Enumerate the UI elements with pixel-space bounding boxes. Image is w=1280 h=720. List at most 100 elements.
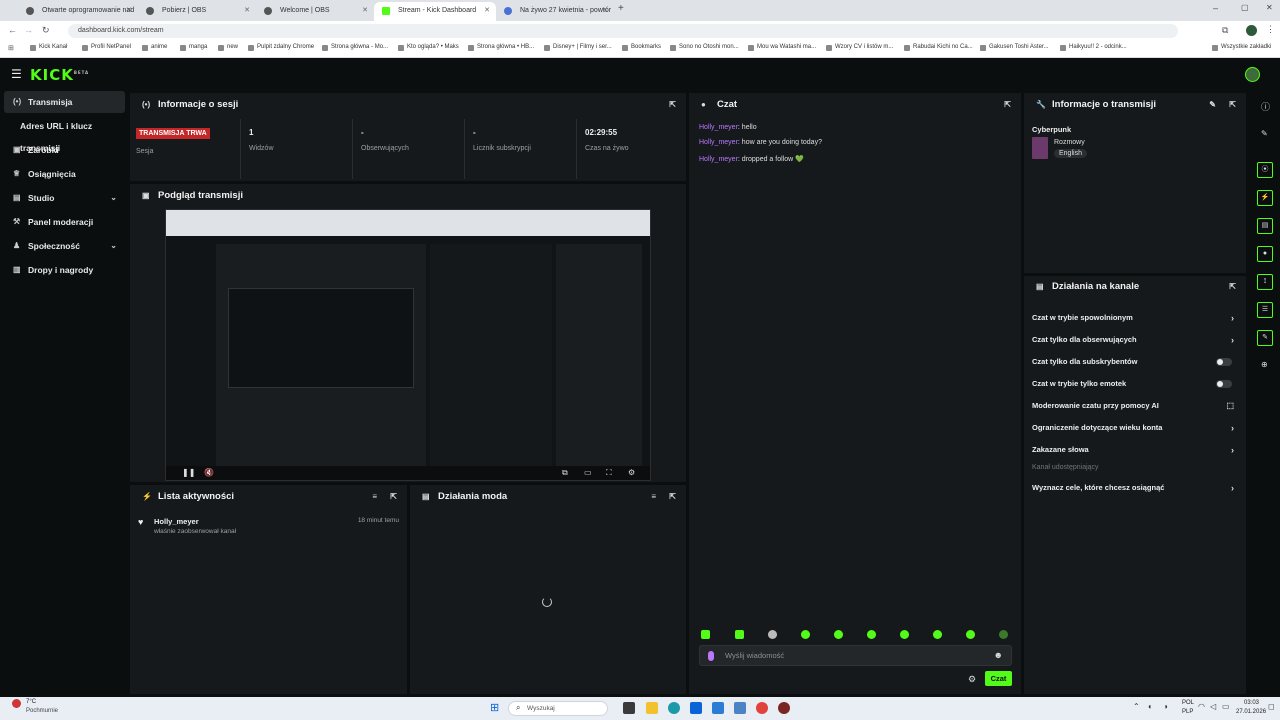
battery-icon[interactable]: ▭	[1222, 702, 1230, 711]
browser-tab[interactable]: Otwarte oprogramowanie nad ✕	[18, 2, 138, 21]
emote-icon[interactable]	[701, 630, 710, 639]
sidebar-item-panel-moderacji[interactable]: ⚒ Panel moderacji	[4, 211, 125, 233]
emote-icon[interactable]	[834, 630, 843, 639]
chat-username[interactable]: Holly_meyer	[699, 156, 738, 163]
close-icon[interactable]: ✕	[362, 2, 368, 20]
popout-icon[interactable]: ⇱	[1004, 93, 1011, 117]
reload-icon[interactable]: ↻	[42, 25, 50, 36]
bookmark-item[interactable]: Rabudai Kichi no Ca...	[904, 44, 973, 51]
clock-time[interactable]: 03:03	[1244, 700, 1259, 706]
sidebar-item-stream-key[interactable]: Adres URL i klucz transmisji	[4, 115, 125, 153]
emote-icon[interactable]	[966, 630, 975, 639]
bookmark-item[interactable]: Wzory CV i listów m...	[826, 44, 893, 51]
taskbar-search-input[interactable]: ⌕ Wyszukaj	[508, 701, 608, 716]
sidebar-item-dropy[interactable]: ▥ Dropy i nagrody	[4, 259, 125, 281]
all-bookmarks[interactable]: Wszystkie zakładki	[1212, 44, 1271, 51]
pip-icon[interactable]: ⧉	[562, 468, 568, 478]
pause-icon[interactable]: ❚❚	[182, 468, 195, 477]
weather-icon[interactable]	[12, 699, 21, 708]
obs-icon[interactable]	[778, 702, 790, 714]
activity-user[interactable]: Holly_meyer	[154, 517, 199, 526]
bookmark-item[interactable]: Kick Kanał	[30, 44, 67, 51]
tray-chevron-icon[interactable]: ⌃	[1133, 702, 1140, 711]
chrome-icon[interactable]	[756, 702, 768, 714]
apps-icon[interactable]: ⊞	[8, 44, 14, 52]
bookmark-item[interactable]: new	[218, 44, 238, 51]
bookmark-item[interactable]: Strona główna • HB...	[468, 44, 534, 51]
tray-app-icon[interactable]: ◐	[1148, 702, 1153, 711]
maximize-button[interactable]: ▢	[1241, 3, 1249, 12]
popout-icon[interactable]: ⇱	[669, 93, 676, 117]
channel-action-slow-mode[interactable]: Czat w trybie spowolnionym ›	[1024, 307, 1246, 329]
minimize-button[interactable]: –	[1213, 3, 1218, 13]
add-widget-icon[interactable]: ⊕	[1261, 360, 1268, 369]
menu-icon[interactable]: ⋮	[1266, 24, 1275, 35]
emote-icon[interactable]	[900, 630, 909, 639]
chat-username[interactable]: Holly_meyer	[699, 139, 738, 146]
browser-tab[interactable]: Pobierz | OBS ✕	[138, 2, 256, 21]
tray-app-icon[interactable]: ◑	[1163, 702, 1168, 711]
store-icon[interactable]	[690, 702, 702, 714]
rail-button-broadcast-icon[interactable]: ⟟	[1257, 274, 1273, 290]
settings-gear-icon[interactable]: ⚙	[628, 468, 635, 477]
filter-icon[interactable]: ≡	[651, 485, 656, 509]
rail-button-lightning-icon[interactable]: ⚡	[1257, 190, 1273, 206]
filter-icon[interactable]: ≡	[372, 485, 377, 509]
sidebar-item-osiagniecia[interactable]: ♕ Osiągnięcia	[4, 163, 125, 185]
bookmark-item[interactable]: Gakusen Toshi Aster...	[980, 44, 1049, 51]
sidebar-item-studio[interactable]: ▤ Studio ⌄	[4, 187, 125, 209]
channel-action-banned-words[interactable]: Zakazane słowa ›	[1024, 439, 1246, 461]
bookmark-item[interactable]: Disney+ | Filmy i ser...	[544, 44, 612, 51]
bookmark-item[interactable]: Mou wa Watashi ma...	[748, 44, 816, 51]
emote-icon[interactable]	[735, 630, 744, 639]
emote-icon[interactable]	[867, 630, 876, 639]
url-input[interactable]: dashboard.kick.com/stream	[68, 24, 1178, 38]
send-chat-button[interactable]: Czat	[985, 671, 1012, 686]
hamburger-menu-icon[interactable]: ☰	[11, 67, 22, 81]
kick-logo[interactable]: KICKBETA	[30, 66, 89, 84]
sidebar-item-zarobki[interactable]: ▣ Zarobki	[4, 139, 125, 161]
popout-icon[interactable]: ⇱	[1229, 93, 1236, 117]
edit-icon[interactable]: ✎	[1261, 129, 1268, 138]
mute-icon[interactable]: 🔇	[204, 468, 214, 477]
user-avatar[interactable]	[1245, 67, 1260, 82]
browser-tab[interactable]: Na żywo 27 kwietnia - powtór ✕	[496, 2, 614, 21]
bookmark-item[interactable]: Strona główna - Mo...	[322, 44, 388, 51]
close-icon[interactable]: ✕	[602, 2, 608, 20]
emoji-icon[interactable]: ☻	[994, 650, 1003, 660]
rail-button-document-icon[interactable]: ▤	[1257, 218, 1273, 234]
windows-start-icon[interactable]: ⊞	[490, 701, 499, 714]
task-view-icon[interactable]	[623, 702, 635, 714]
bookmark-item[interactable]: Kto ogląda? • Maks	[398, 44, 459, 51]
emote-only-toggle[interactable]	[1216, 380, 1232, 388]
close-icon[interactable]: ✕	[484, 2, 490, 20]
volume-icon[interactable]: ◁	[1210, 702, 1216, 711]
window-close-button[interactable]: ✕	[1266, 3, 1273, 12]
notifications-icon[interactable]: ◻	[1268, 702, 1275, 711]
popout-icon[interactable]: ⇱	[390, 485, 397, 509]
edit-pencil-icon[interactable]: ✎	[1209, 93, 1216, 117]
channel-action-goals[interactable]: Wyznacz cele, które chcesz osiągnąć ›	[1024, 477, 1246, 499]
rail-button-chat-icon[interactable]: ●	[1257, 246, 1273, 262]
close-icon[interactable]: ✕	[126, 2, 132, 20]
chat-username[interactable]: Holly_meyer	[699, 124, 738, 131]
rail-button-record-icon[interactable]: ⦿	[1257, 162, 1273, 178]
profile-avatar[interactable]	[1246, 25, 1257, 36]
language-indicator[interactable]: POL	[1182, 700, 1194, 706]
emote-icon[interactable]	[933, 630, 942, 639]
sidebar-item-spolecznosc[interactable]: ♟ Społeczność ⌄	[4, 235, 125, 257]
close-icon[interactable]: ✕	[244, 2, 250, 20]
bookmark-item[interactable]: anime	[142, 44, 167, 51]
new-tab-button[interactable]: +	[618, 3, 624, 14]
chat-settings-gear-icon[interactable]: ⚙	[968, 674, 976, 685]
sidebar-item-transmisja[interactable]: (•) Transmisja	[4, 91, 125, 113]
emote-icon[interactable]	[999, 630, 1008, 639]
channel-action-followers-only[interactable]: Czat tylko dla obserwujących ›	[1024, 329, 1246, 351]
wifi-icon[interactable]: ◠	[1198, 702, 1205, 711]
rail-button-list-icon[interactable]: ☰	[1257, 302, 1273, 318]
bookmark-item[interactable]: Bookmarks	[622, 44, 661, 51]
file-explorer-icon[interactable]	[646, 702, 658, 714]
bookmark-item[interactable]: Pulpit zdalny Chrome	[248, 44, 314, 51]
bookmark-item[interactable]: Haikyuu!! 2 - odcink...	[1060, 44, 1127, 51]
info-icon[interactable]: ⓘ	[1261, 100, 1270, 113]
